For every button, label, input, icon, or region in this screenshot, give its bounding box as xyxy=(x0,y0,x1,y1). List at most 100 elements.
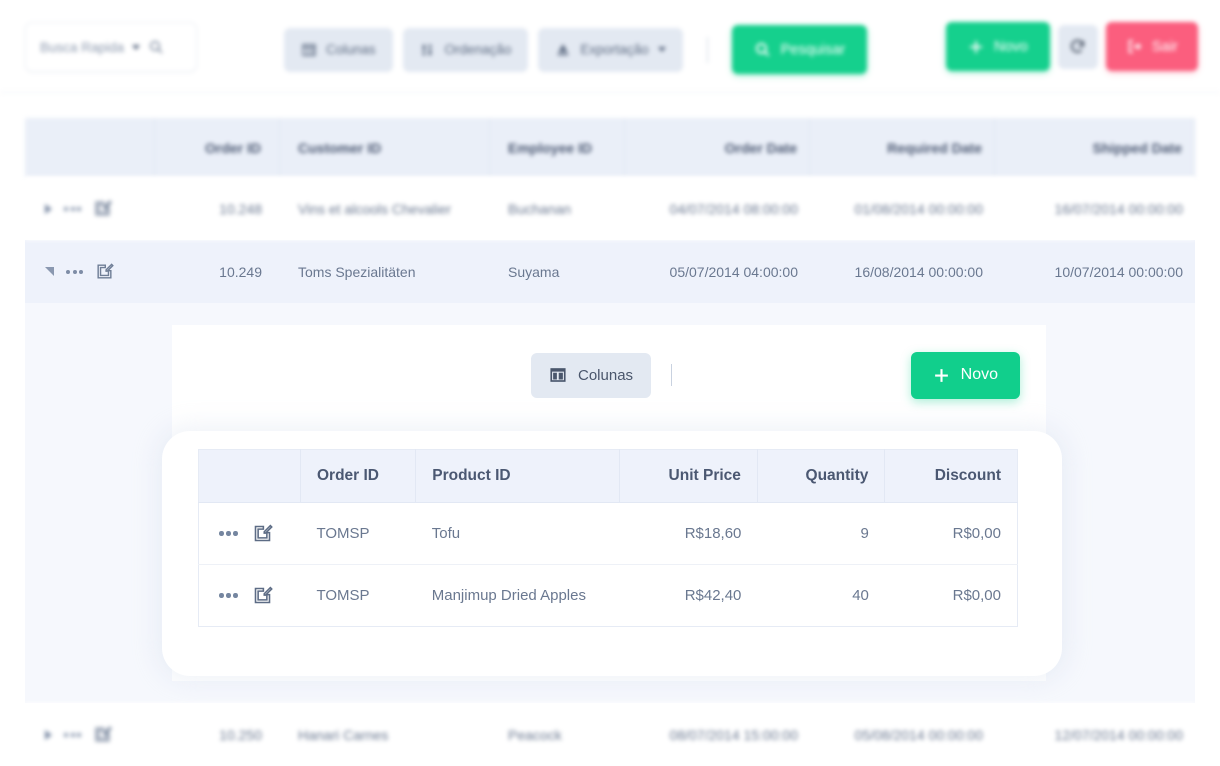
magnifier-icon xyxy=(755,42,770,57)
detail-cell-order-id: TOMSP xyxy=(300,502,416,565)
cell-shipped-date: 16/07/2014 00:00:00 xyxy=(1054,200,1183,217)
triangle-down-icon[interactable] xyxy=(45,267,54,276)
detail-column-header-product-id[interactable]: Product ID xyxy=(415,449,621,503)
table-row[interactable]: 10.249 Toms Spezialitäten Suyama 05/07/2… xyxy=(25,240,1195,303)
top-toolbar: Busca Rapida Colunas Ordenação Exportaçã… xyxy=(0,0,1220,93)
column-header-order-date[interactable]: Order Date xyxy=(625,118,810,177)
orders-grid-header: Order ID Customer ID Employee ID Order D… xyxy=(25,118,1195,177)
detail-header-row: Order ID Product ID Unit Price Quantity … xyxy=(198,449,1018,503)
order-details-table: Order ID Product ID Unit Price Quantity … xyxy=(198,449,1018,627)
ellipsis-icon[interactable] xyxy=(64,732,81,737)
detail-new-label: Novo xyxy=(960,366,998,383)
toolbar-divider xyxy=(706,36,708,63)
ellipsis-icon[interactable] xyxy=(66,269,83,274)
detail-cell-product-id: Tofu xyxy=(415,502,620,565)
edit-pencil-icon[interactable] xyxy=(93,199,112,218)
sort-button-label: Ordenação xyxy=(444,42,512,57)
cell-customer-id: Hanari Carnes xyxy=(298,726,389,743)
ellipsis-icon[interactable] xyxy=(219,531,238,536)
cell-customer-id: Vins et alcools Chevalier xyxy=(298,200,452,217)
detail-column-header-actions[interactable] xyxy=(198,449,301,503)
export-icon xyxy=(557,43,569,55)
cell-customer-id: Toms Spezialitäten xyxy=(298,263,416,280)
detail-row-actions xyxy=(198,564,301,627)
column-header-customer-id[interactable]: Customer ID xyxy=(280,118,490,177)
edit-pencil-icon[interactable] xyxy=(93,725,112,744)
export-button[interactable]: Exportação xyxy=(538,27,683,72)
cell-order-id: 10.248 xyxy=(219,200,262,217)
detail-cell-order-id: TOMSP xyxy=(300,564,416,627)
cell-order-id: 10.250 xyxy=(219,726,262,743)
cell-employee-id: Peacock xyxy=(508,726,562,743)
table-row[interactable]: TOMSP Tofu R$18,60 9 R$0,00 xyxy=(198,502,1018,565)
edit-pencil-icon[interactable] xyxy=(95,262,114,281)
quick-search-label: Busca Rapida xyxy=(40,39,125,55)
cell-employee-id: Buchanan xyxy=(508,200,572,217)
detail-cell-quantity: 9 xyxy=(757,502,885,565)
toolbar-right-group: Novo Sair xyxy=(946,22,1198,71)
exit-button[interactable]: Sair xyxy=(1105,22,1198,71)
ellipsis-icon[interactable] xyxy=(64,206,81,211)
row-actions xyxy=(25,199,155,218)
logout-icon xyxy=(1128,39,1142,54)
quick-search-input[interactable]: Busca Rapida xyxy=(25,22,197,72)
cell-order-id: 10.249 xyxy=(219,263,262,280)
order-detail-panel: Colunas Novo Order ID Product ID Unit Pr… xyxy=(25,303,1195,703)
columns-icon xyxy=(550,368,566,382)
column-header-order-id[interactable]: Order ID xyxy=(155,118,280,177)
cell-order-date: 05/07/2014 04:00:00 xyxy=(669,263,798,280)
cell-required-date: 16/08/2014 00:00:00 xyxy=(854,263,983,280)
edit-pencil-icon[interactable] xyxy=(252,585,273,606)
detail-toolbar-left-group: Colunas xyxy=(531,352,673,398)
detail-cell-quantity: 40 xyxy=(757,564,885,627)
triangle-right-icon[interactable] xyxy=(45,203,52,214)
columns-button[interactable]: Colunas xyxy=(284,27,393,72)
column-header-shipped-date[interactable]: Shipped Date xyxy=(995,118,1195,177)
detail-column-header-unit-price[interactable]: Unit Price xyxy=(619,449,758,503)
column-header-employee-id[interactable]: Employee ID xyxy=(490,118,625,177)
magnifier-icon[interactable] xyxy=(148,39,164,55)
cell-employee-id: Suyama xyxy=(508,263,560,280)
new-button[interactable]: Novo xyxy=(946,22,1050,71)
columns-button-label: Colunas xyxy=(326,42,376,57)
orders-grid: Order ID Customer ID Employee ID Order D… xyxy=(25,118,1195,766)
refresh-icon xyxy=(1071,39,1085,53)
cell-required-date: 01/08/2014 00:00:00 xyxy=(854,200,983,217)
detail-column-header-quantity[interactable]: Quantity xyxy=(757,449,886,503)
table-row[interactable]: 10.248 Vins et alcools Chevalier Buchana… xyxy=(25,177,1195,240)
detail-cell-unit-price: R$42,40 xyxy=(619,564,758,627)
cell-shipped-date: 12/07/2014 00:00:00 xyxy=(1054,726,1183,743)
detail-columns-label: Colunas xyxy=(578,366,634,384)
detail-toolbar-divider xyxy=(671,364,673,386)
detail-toolbar: Colunas Novo xyxy=(172,349,1046,401)
plus-icon xyxy=(934,368,948,382)
exit-button-label: Sair xyxy=(1151,38,1178,55)
order-detail-card: Colunas Novo Order ID Product ID Unit Pr… xyxy=(162,325,1062,681)
column-header-actions[interactable] xyxy=(25,118,155,177)
column-header-required-date[interactable]: Required Date xyxy=(810,118,995,177)
sort-button[interactable]: Ordenação xyxy=(402,27,529,72)
search-button[interactable]: Pesquisar xyxy=(731,25,868,74)
table-row[interactable]: TOMSP Manjimup Dried Apples R$42,40 40 R… xyxy=(198,564,1018,627)
table-row[interactable]: 10.250 Hanari Carnes Peacock 08/07/2014 … xyxy=(25,703,1195,766)
detail-cell-unit-price: R$18,60 xyxy=(619,502,758,565)
detail-column-header-discount[interactable]: Discount xyxy=(884,449,1018,503)
row-actions xyxy=(25,262,155,281)
sort-icon xyxy=(422,44,431,55)
ellipsis-icon[interactable] xyxy=(219,593,238,598)
row-actions xyxy=(25,725,155,744)
detail-columns-button[interactable]: Colunas xyxy=(531,352,652,398)
chevron-down-icon[interactable] xyxy=(132,44,141,50)
search-button-label: Pesquisar xyxy=(780,41,846,58)
detail-new-button[interactable]: Novo xyxy=(910,351,1020,399)
cell-order-date: 04/07/2014 08:00:00 xyxy=(669,200,798,217)
edit-pencil-icon[interactable] xyxy=(252,523,273,544)
chevron-down-icon[interactable] xyxy=(657,47,666,52)
triangle-right-icon[interactable] xyxy=(45,729,52,740)
refresh-button[interactable] xyxy=(1057,24,1098,69)
cell-shipped-date: 10/07/2014 00:00:00 xyxy=(1054,263,1183,280)
detail-column-header-order-id[interactable]: Order ID xyxy=(300,449,417,503)
detail-cell-discount: R$0,00 xyxy=(884,502,1018,565)
export-button-label: Exportação xyxy=(580,42,649,57)
cell-order-date: 08/07/2014 15:00:00 xyxy=(669,726,798,743)
